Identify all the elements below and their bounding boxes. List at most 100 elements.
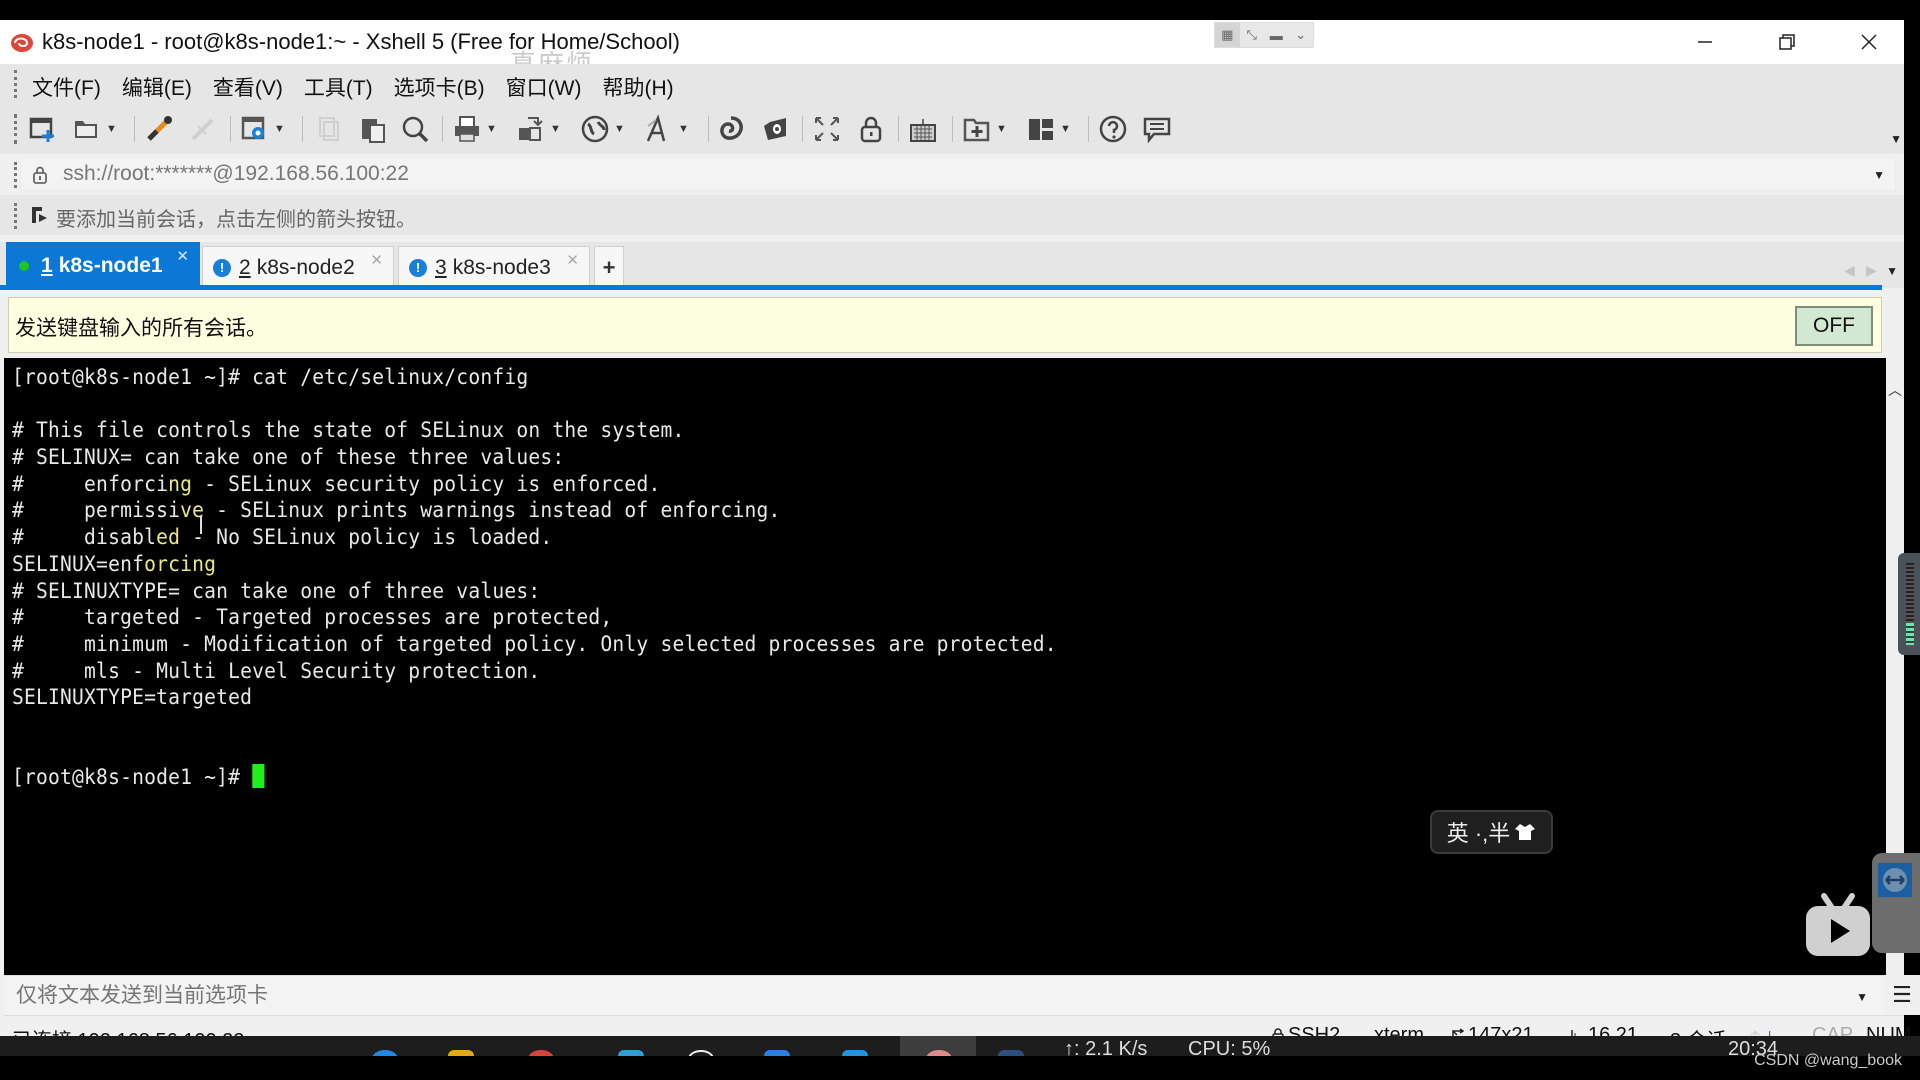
mail-icon[interactable] <box>764 1050 790 1056</box>
tab-k8s-node2[interactable]: ! 2 k8s-node2 ✕ <box>202 246 394 288</box>
paste-button[interactable] <box>358 112 388 146</box>
address-input[interactable]: ssh://root:*******@192.168.56.100:22 <box>63 162 409 186</box>
fullscreen-icon <box>815 117 839 141</box>
terminal-line: # mls - Multi Level Security protection. <box>12 658 1057 685</box>
dropdown-caret-icon[interactable]: ▼ <box>486 123 497 135</box>
dropdown-caret-icon[interactable]: ▼ <box>274 123 285 135</box>
compose-dropdown-icon[interactable]: ▼ <box>1856 990 1868 1004</box>
restore-button[interactable] <box>1746 20 1828 64</box>
chrome-icon[interactable] <box>528 1050 554 1056</box>
ime-indicator[interactable]: 英 ·,半 <box>1430 810 1553 854</box>
xftp-button[interactable] <box>716 112 746 146</box>
hint-grip[interactable] <box>14 203 17 229</box>
print-icon <box>455 116 479 142</box>
compose-broadcast-bar: 发送键盘输入的所有会话。 OFF <box>8 297 1882 353</box>
tab-close-icon[interactable]: ✕ <box>566 251 579 269</box>
network-monitor-widget[interactable] <box>1898 553 1920 655</box>
menu-file[interactable]: 文件(F) <box>32 72 112 102</box>
compose-input[interactable] <box>16 984 1816 1008</box>
lock-icon <box>33 166 47 184</box>
minimize-bar-icon[interactable]: ▬ <box>1264 23 1289 47</box>
cpu-usage: CPU: 5% <box>1188 1038 1271 1056</box>
tab-list-dropdown-icon[interactable]: ▼ <box>1886 264 1898 278</box>
address-dropdown-icon[interactable]: ▼ <box>1873 168 1885 182</box>
dropdown-caret-icon[interactable]: ▼ <box>550 123 561 135</box>
terminal-line: SELINUXTYPE=targeted <box>12 684 1057 711</box>
tab-number: 3 <box>435 255 447 279</box>
terminal[interactable]: [root@k8s-node1 ~]# cat /etc/selinux/con… <box>4 358 1886 975</box>
toolbar-overflow-icon[interactable]: ▼ <box>1890 132 1902 146</box>
find-button[interactable] <box>400 112 430 146</box>
dropdown-caret-icon[interactable]: ▼ <box>106 123 117 135</box>
add-session-arrow-icon[interactable] <box>30 205 50 225</box>
tab-label: k8s-node2 <box>256 255 355 279</box>
compose-menu-icon[interactable]: ☰ <box>1884 975 1920 1015</box>
tab-scroll-right-icon[interactable]: ▶ <box>1866 262 1877 279</box>
address-bar[interactable]: ssh://root:*******@192.168.56.100:22 ▼ <box>20 157 1896 191</box>
copy-button[interactable] <box>314 112 344 146</box>
menu-grip[interactable] <box>14 70 17 98</box>
file-explorer-icon[interactable] <box>448 1050 474 1056</box>
scroll-up-icon[interactable]: ︿ <box>1888 380 1902 400</box>
chevron-down-icon[interactable]: ⌄ <box>1289 23 1314 47</box>
layout-button[interactable]: ▼ <box>1026 112 1071 146</box>
dropdown-caret-icon[interactable]: ▼ <box>996 123 1007 135</box>
tab-scroll-left-icon[interactable]: ◀ <box>1844 262 1855 279</box>
minimize-button[interactable] <box>1664 20 1746 64</box>
dropdown-caret-icon[interactable]: ▼ <box>1060 123 1071 135</box>
tab-k8s-node3[interactable]: ! 3 k8s-node3 ✕ <box>398 246 590 288</box>
tab-label: k8s-node3 <box>452 255 551 279</box>
keyboard-button[interactable] <box>908 112 938 146</box>
dropdown-caret-icon[interactable]: ▼ <box>678 123 689 135</box>
menu-view[interactable]: 查看(V) <box>213 72 294 102</box>
xmanager-button[interactable] <box>760 112 790 146</box>
dropdown-caret-icon[interactable]: ▼ <box>614 123 625 135</box>
session-properties-button[interactable]: ▼ <box>240 112 285 146</box>
add-tab-button[interactable]: + <box>594 246 624 288</box>
tab-k8s-node1[interactable]: 1 k8s-node1 ✕ <box>6 242 200 288</box>
toolbar-grip[interactable] <box>14 114 17 144</box>
new-session-button[interactable] <box>28 112 58 146</box>
globe-button[interactable]: ▼ <box>580 112 625 146</box>
lock-button[interactable] <box>856 112 886 146</box>
tab-close-icon[interactable]: ✕ <box>370 251 383 269</box>
disconnect-button[interactable] <box>188 112 218 146</box>
tab-close-icon[interactable]: ✕ <box>176 247 189 265</box>
vpn-app-icon[interactable] <box>998 1050 1024 1056</box>
compress-icon[interactable]: ⤡ <box>1240 23 1265 47</box>
menu-edit[interactable]: 编辑(E) <box>122 72 203 102</box>
transfer-button[interactable]: ▼ <box>516 112 561 146</box>
tab-underline <box>0 285 1882 290</box>
help-button[interactable] <box>1098 112 1128 146</box>
open-button[interactable]: ▼ <box>72 112 117 146</box>
menu-help[interactable]: 帮助(H) <box>602 72 684 102</box>
vscode-icon[interactable] <box>618 1050 644 1056</box>
edge-browser-icon[interactable] <box>372 1050 398 1056</box>
toolbar-separator <box>442 116 443 142</box>
clock-app-icon[interactable] <box>688 1050 714 1056</box>
close-button[interactable] <box>1828 20 1910 64</box>
reconnect-button[interactable] <box>144 112 174 146</box>
broadcast-toggle-button[interactable]: OFF <box>1795 306 1873 346</box>
terminal-text: - SELinux prints warnings instead of enf… <box>204 498 781 523</box>
terminal-line: # SELINUX= can take one of these three v… <box>12 444 1057 471</box>
menu-window[interactable]: 窗口(W) <box>506 72 593 102</box>
bilibili-play-icon[interactable] <box>1804 892 1872 958</box>
layout-icon <box>1029 119 1053 140</box>
broadcast-label: 发送键盘输入的所有会话。 <box>15 317 267 340</box>
font-button[interactable]: ▼ <box>644 112 689 146</box>
new-tab-button[interactable]: ▼ <box>962 112 1007 146</box>
hint-text: 要添加当前会话，点击左侧的箭头按钮。 <box>56 209 416 231</box>
menu-tabs[interactable]: 选项卡(B) <box>394 72 496 102</box>
fullscreen-button[interactable] <box>812 112 842 146</box>
grid-icon[interactable]: ▦ <box>1215 23 1240 47</box>
menu-tools[interactable]: 工具(T) <box>304 72 384 102</box>
toolbar-separator <box>802 116 803 142</box>
teamviewer-widget[interactable] <box>1872 853 1920 953</box>
print-button[interactable]: ▼ <box>452 112 497 146</box>
chat-app-icon[interactable] <box>842 1050 868 1056</box>
terminal-line: # enforcing - SELinux security policy is… <box>12 471 1057 498</box>
chat-button[interactable] <box>1142 112 1172 146</box>
address-grip[interactable] <box>14 162 17 188</box>
toolbar-separator <box>898 116 899 142</box>
